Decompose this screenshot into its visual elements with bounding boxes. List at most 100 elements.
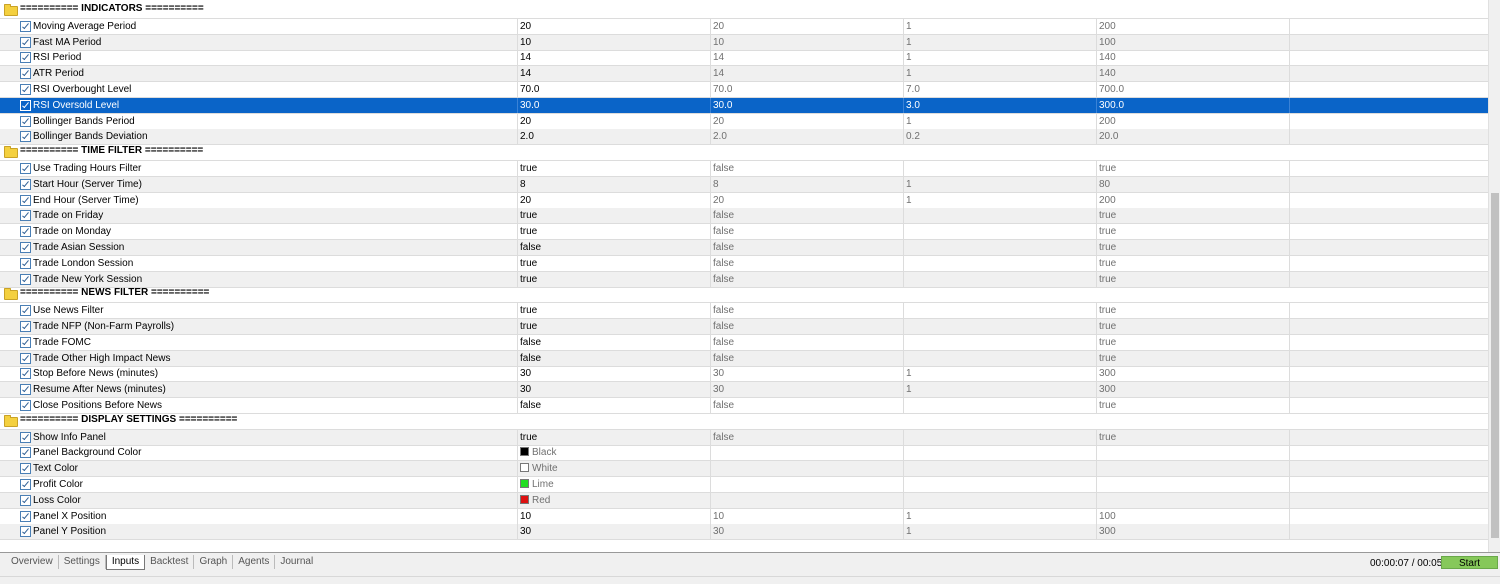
param-step[interactable] [904, 334, 1097, 350]
checkbox-icon[interactable] [20, 178, 31, 190]
param-stop[interactable]: 200 [1097, 192, 1290, 208]
checkbox-icon[interactable] [20, 99, 31, 111]
tab-backtest[interactable]: Backtest [145, 555, 195, 569]
tab-inputs[interactable]: Inputs [105, 555, 146, 570]
scrollbar-thumb[interactable] [1491, 193, 1499, 538]
param-value[interactable]: White [518, 461, 711, 477]
param-value[interactable]: true [518, 303, 711, 319]
param-step[interactable] [904, 461, 1097, 477]
group-header[interactable]: ========== TIME FILTER ========== [0, 145, 1488, 162]
param-row[interactable]: Panel X Position 10 10 1 100 [0, 508, 1488, 525]
param-value[interactable]: 30 [518, 524, 711, 540]
checkbox-icon[interactable] [20, 447, 31, 459]
param-row[interactable]: Text Color White [0, 461, 1488, 478]
checkbox-icon[interactable] [20, 163, 31, 174]
param-stop[interactable] [1097, 492, 1290, 508]
param-stop[interactable]: 300 [1097, 382, 1290, 398]
param-stop[interactable]: 100 [1097, 34, 1290, 50]
param-value[interactable]: 20 [518, 18, 711, 34]
param-step[interactable]: 1 [904, 524, 1097, 540]
param-row[interactable]: Trade New York Session true false true [0, 271, 1488, 288]
checkbox-icon[interactable] [20, 526, 31, 538]
checkbox-icon[interactable] [20, 115, 31, 127]
param-row[interactable]: End Hour (Server Time) 20 20 1 200 [0, 192, 1488, 209]
param-row[interactable]: Trade Asian Session false false true [0, 240, 1488, 256]
vertical-scrollbar[interactable] [1488, 0, 1500, 552]
param-stop[interactable]: true [1097, 319, 1290, 334]
checkbox-icon[interactable] [20, 431, 31, 443]
param-stop[interactable]: 140 [1097, 66, 1290, 82]
param-step[interactable]: 1 [904, 50, 1097, 66]
param-value[interactable]: 70.0 [518, 82, 711, 97]
param-stop[interactable]: 300 [1097, 524, 1290, 540]
checkbox-icon[interactable] [20, 336, 31, 348]
param-start[interactable]: false [711, 224, 904, 240]
checkbox-icon[interactable] [20, 368, 31, 380]
param-step[interactable] [904, 477, 1097, 492]
param-value[interactable]: 20 [518, 192, 711, 208]
checkbox-icon[interactable] [20, 194, 31, 206]
param-value[interactable]: 2.0 [518, 129, 711, 145]
checkbox-icon[interactable] [20, 494, 31, 506]
param-start[interactable] [711, 461, 904, 477]
param-start[interactable]: 30 [711, 382, 904, 398]
tab-overview[interactable]: Overview [6, 555, 59, 569]
param-start[interactable]: false [711, 208, 904, 224]
param-value[interactable]: true [518, 319, 711, 334]
param-stop[interactable]: true [1097, 255, 1290, 271]
checkbox-icon[interactable] [20, 242, 31, 253]
param-value[interactable]: Red [518, 492, 711, 508]
param-row[interactable]: Use Trading Hours Filter true false true [0, 161, 1488, 177]
param-start[interactable]: 14 [711, 66, 904, 82]
checkbox-icon[interactable] [20, 210, 31, 222]
param-row[interactable]: Trade NFP (Non-Farm Payrolls) true false tr… [0, 319, 1488, 335]
param-step[interactable]: 1 [904, 382, 1097, 398]
param-value[interactable]: 10 [518, 34, 711, 50]
param-row[interactable]: Start Hour (Server Time) 8 8 1 80 [0, 176, 1488, 193]
param-stop[interactable] [1097, 477, 1290, 492]
checkbox-icon[interactable] [20, 52, 31, 64]
param-stop[interactable]: true [1097, 429, 1290, 445]
param-start[interactable]: 20 [711, 18, 904, 34]
param-value[interactable]: true [518, 161, 711, 176]
param-start[interactable]: false [711, 319, 904, 334]
param-step[interactable] [904, 255, 1097, 271]
param-row[interactable]: RSI Overbought Level 70.0 70.0 7.0 700.0 [0, 82, 1488, 98]
checkbox-icon[interactable] [20, 479, 31, 490]
group-header[interactable]: ========== NEWS FILTER ========== [0, 287, 1488, 304]
param-start[interactable]: false [711, 255, 904, 271]
param-row[interactable]: RSI Period 14 14 1 140 [0, 50, 1488, 67]
param-step[interactable]: 1 [904, 508, 1097, 524]
param-stop[interactable]: 80 [1097, 176, 1290, 192]
param-start[interactable]: 8 [711, 176, 904, 192]
param-start[interactable]: 10 [711, 508, 904, 524]
param-start[interactable]: 2.0 [711, 129, 904, 145]
param-step[interactable] [904, 303, 1097, 319]
param-step[interactable] [904, 271, 1097, 287]
param-row[interactable]: Trade Other High Impact News false false tr… [0, 350, 1488, 367]
param-value[interactable]: 10 [518, 508, 711, 524]
param-step[interactable] [904, 240, 1097, 255]
checkbox-icon[interactable] [20, 321, 31, 332]
checkbox-icon[interactable] [20, 68, 31, 80]
param-value[interactable]: 30 [518, 382, 711, 398]
param-stop[interactable]: 300 [1097, 366, 1290, 382]
param-start[interactable]: false [711, 161, 904, 176]
param-start[interactable] [711, 492, 904, 508]
checkbox-icon[interactable] [20, 36, 31, 48]
param-value[interactable]: 14 [518, 66, 711, 82]
param-stop[interactable]: true [1097, 350, 1290, 366]
tab-graph[interactable]: Graph [194, 555, 234, 569]
param-row[interactable]: Show Info Panel true false true [0, 429, 1488, 446]
param-start[interactable]: 30 [711, 366, 904, 382]
param-start[interactable]: 70.0 [711, 82, 904, 97]
param-stop[interactable]: 100 [1097, 508, 1290, 524]
param-start[interactable] [711, 445, 904, 461]
param-start[interactable]: false [711, 271, 904, 287]
param-step[interactable]: 1 [904, 34, 1097, 50]
checkbox-icon[interactable] [20, 84, 31, 95]
param-stop[interactable]: 300.0 [1097, 97, 1290, 113]
param-row[interactable]: Panel Background Color Black [0, 445, 1488, 462]
group-header[interactable]: ========== INDICATORS ========== [0, 3, 1488, 19]
param-step[interactable] [904, 208, 1097, 224]
